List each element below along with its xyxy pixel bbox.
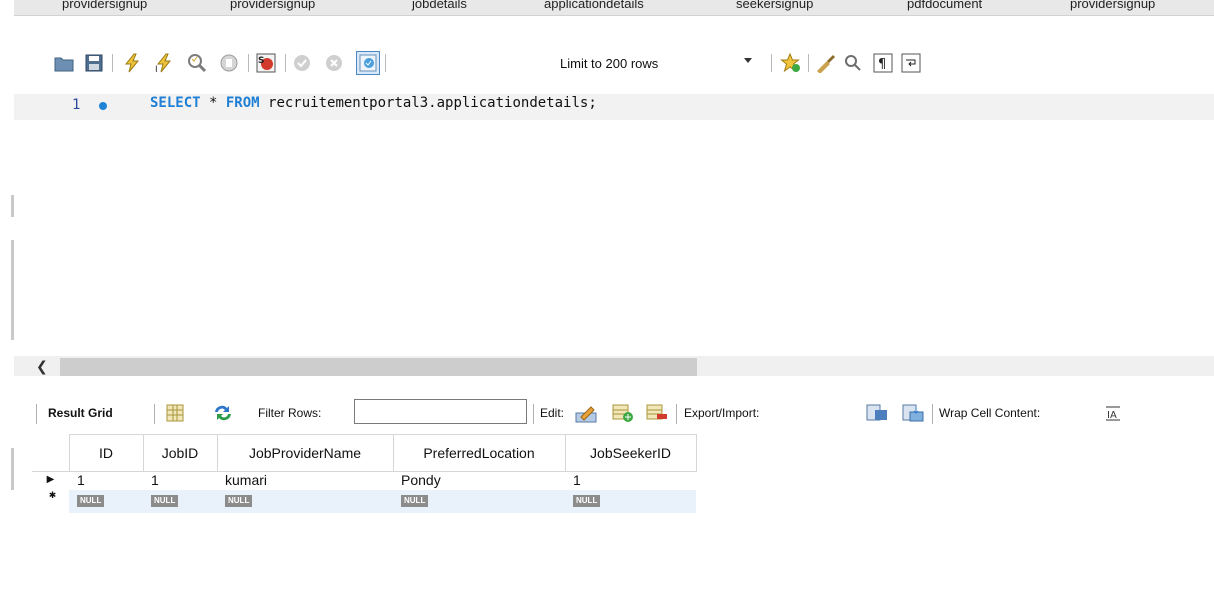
cell-jobid[interactable]: 1 (143, 472, 217, 490)
toolbar-separator (285, 54, 286, 72)
left-gutter (0, 0, 14, 596)
result-grid-label[interactable]: Result Grid (48, 406, 113, 420)
gutter-mark (11, 448, 14, 490)
filter-rows-input[interactable] (354, 399, 527, 424)
beautify-icon[interactable] (815, 53, 835, 73)
export-import-label: Export/Import: (684, 406, 760, 420)
null-badge: NULL (401, 494, 429, 507)
toolbar-separator (533, 404, 534, 424)
toolbar-separator (36, 404, 37, 424)
tab-providersignup[interactable]: providersignup (62, 0, 147, 11)
cell-jobseekerid[interactable]: 1 (565, 472, 696, 490)
tab-applicationdetails[interactable]: applicationdetails (544, 0, 644, 11)
refresh-icon[interactable] (212, 402, 234, 424)
delete-row-icon[interactable] (646, 402, 668, 424)
svg-text:I: I (155, 65, 158, 73)
autocommit-icon[interactable] (356, 51, 380, 75)
query-tab-bar: providersignup providersignup jobdetails… (14, 0, 1214, 16)
import-icon[interactable] (902, 402, 924, 424)
tab-seekersignup[interactable]: seekersignup (736, 0, 813, 11)
cell-jobprovidername[interactable]: kumari (217, 472, 393, 490)
find-icon[interactable] (843, 53, 863, 73)
cell-id[interactable]: 1 (69, 472, 143, 490)
invisible-chars-icon[interactable]: ¶ (873, 53, 893, 73)
tab-providersignup[interactable]: providersignup (1070, 0, 1155, 11)
explain-icon[interactable] (186, 53, 206, 73)
grid-view-icon[interactable] (164, 402, 186, 424)
null-badge: NULL (225, 494, 253, 507)
wrap-cell-content-label: Wrap Cell Content: (939, 406, 1041, 420)
svg-text:IA: IA (1107, 410, 1117, 421)
svg-text:¶: ¶ (878, 57, 886, 72)
wrap-cell-toggle-icon[interactable]: IA (1102, 402, 1124, 424)
toolbar-separator (676, 404, 677, 424)
edit-label: Edit: (540, 406, 565, 420)
null-cell[interactable]: NULL (69, 489, 143, 513)
toolbar-separator (154, 404, 155, 424)
null-cell[interactable]: NULL (393, 489, 565, 513)
row-header-corner (32, 434, 70, 472)
save-icon[interactable] (84, 53, 104, 73)
tab-pdfdocument[interactable]: pdfdocument (907, 0, 982, 11)
sql-text: recruitementportal3.applicationdetails; (259, 95, 597, 111)
statement-marker-icon (99, 102, 107, 110)
toolbar-separator (932, 404, 933, 424)
null-cell[interactable]: NULL (217, 489, 393, 513)
sql-text: * (200, 95, 226, 111)
new-row-marker-icon: ✱ (32, 489, 69, 513)
chevron-down-icon (744, 58, 752, 63)
workbench-window: providersignup providersignup jobdetails… (0, 0, 1214, 596)
rollback-icon[interactable] (324, 53, 344, 73)
sql-editor[interactable]: 1 SELECT * FROM recruitementportal3.appl… (14, 90, 1214, 352)
null-badge: NULL (573, 494, 601, 507)
scrollbar-thumb[interactable] (60, 358, 697, 376)
toolbar-separator (771, 54, 772, 72)
column-header-jobseekerid[interactable]: JobSeekerID (564, 434, 697, 472)
scroll-left-icon[interactable]: ❮ (36, 358, 48, 375)
null-cell[interactable]: NULL (143, 489, 217, 513)
commit-icon[interactable] (292, 53, 312, 73)
toggle-error-icon[interactable]: S (256, 53, 276, 73)
result-toolbar: Result Grid Filter Rows: Edit: Export/Im… (14, 398, 1214, 428)
toolbar-separator (385, 54, 386, 72)
column-header-jobid[interactable]: JobID (142, 434, 218, 472)
new-row[interactable]: ✱ NULL NULL NULL NULL NULL (32, 489, 696, 513)
execute-icon[interactable] (122, 53, 142, 73)
line-number: 1 (72, 97, 81, 113)
null-badge: NULL (151, 494, 179, 507)
word-wrap-icon[interactable] (901, 53, 921, 73)
current-row-arrow-icon: ▶ (46, 474, 55, 485)
null-badge: NULL (77, 494, 105, 507)
null-cell[interactable]: NULL (565, 489, 696, 513)
stop-icon[interactable] (219, 53, 239, 73)
table-row[interactable]: ▶ 1 1 kumari Pondy 1 (32, 472, 696, 490)
limit-rows-label: Limit to 200 rows (560, 56, 659, 71)
limit-rows-select[interactable]: Limit to 200 rows (548, 53, 766, 74)
sql-statement[interactable]: SELECT * FROM recruitementportal3.applic… (150, 95, 597, 111)
sql-editor-toolbar: I S Limit to 200 rows ¶ (14, 36, 1214, 86)
export-icon[interactable] (866, 402, 888, 424)
svg-text:S: S (258, 56, 264, 66)
toolbar-separator (248, 54, 249, 72)
open-folder-icon[interactable] (54, 53, 74, 73)
column-header-preferredlocation[interactable]: PreferredLocation (392, 434, 566, 472)
add-row-icon[interactable] (612, 402, 634, 424)
tab-providersignup[interactable]: providersignup (230, 0, 315, 11)
execute-current-icon[interactable]: I (154, 53, 174, 73)
column-header-id[interactable]: ID (68, 434, 144, 472)
add-snippet-icon[interactable] (780, 53, 800, 73)
tab-jobdetails[interactable]: jobdetails (412, 0, 467, 11)
grid-header-row: ID JobID JobProviderName PreferredLocati… (32, 434, 697, 472)
toolbar-separator (112, 54, 113, 72)
edit-cell-icon[interactable] (575, 402, 597, 424)
result-grid: ID JobID JobProviderName PreferredLocati… (32, 434, 697, 513)
filter-rows-label: Filter Rows: (258, 406, 322, 420)
sql-keyword: SELECT (150, 95, 201, 111)
editor-horizontal-scrollbar[interactable]: ❮ (14, 356, 1214, 376)
toolbar-separator (808, 54, 809, 72)
sql-keyword: FROM (225, 95, 260, 111)
cell-preferredlocation[interactable]: Pondy (393, 472, 565, 490)
column-header-jobprovidername[interactable]: JobProviderName (216, 434, 394, 472)
